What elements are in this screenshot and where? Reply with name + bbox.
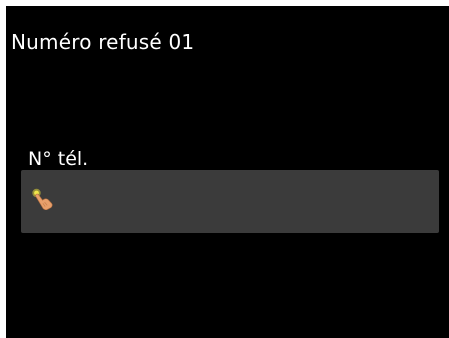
phone-number-input[interactable] — [21, 170, 439, 233]
phone-number-label: N° tél. — [28, 148, 89, 170]
tap-finger-icon — [30, 187, 54, 211]
printer-display-screen: Numéro refusé 01 N° tél. — [6, 6, 449, 338]
screen-title: Numéro refusé 01 — [11, 30, 195, 54]
